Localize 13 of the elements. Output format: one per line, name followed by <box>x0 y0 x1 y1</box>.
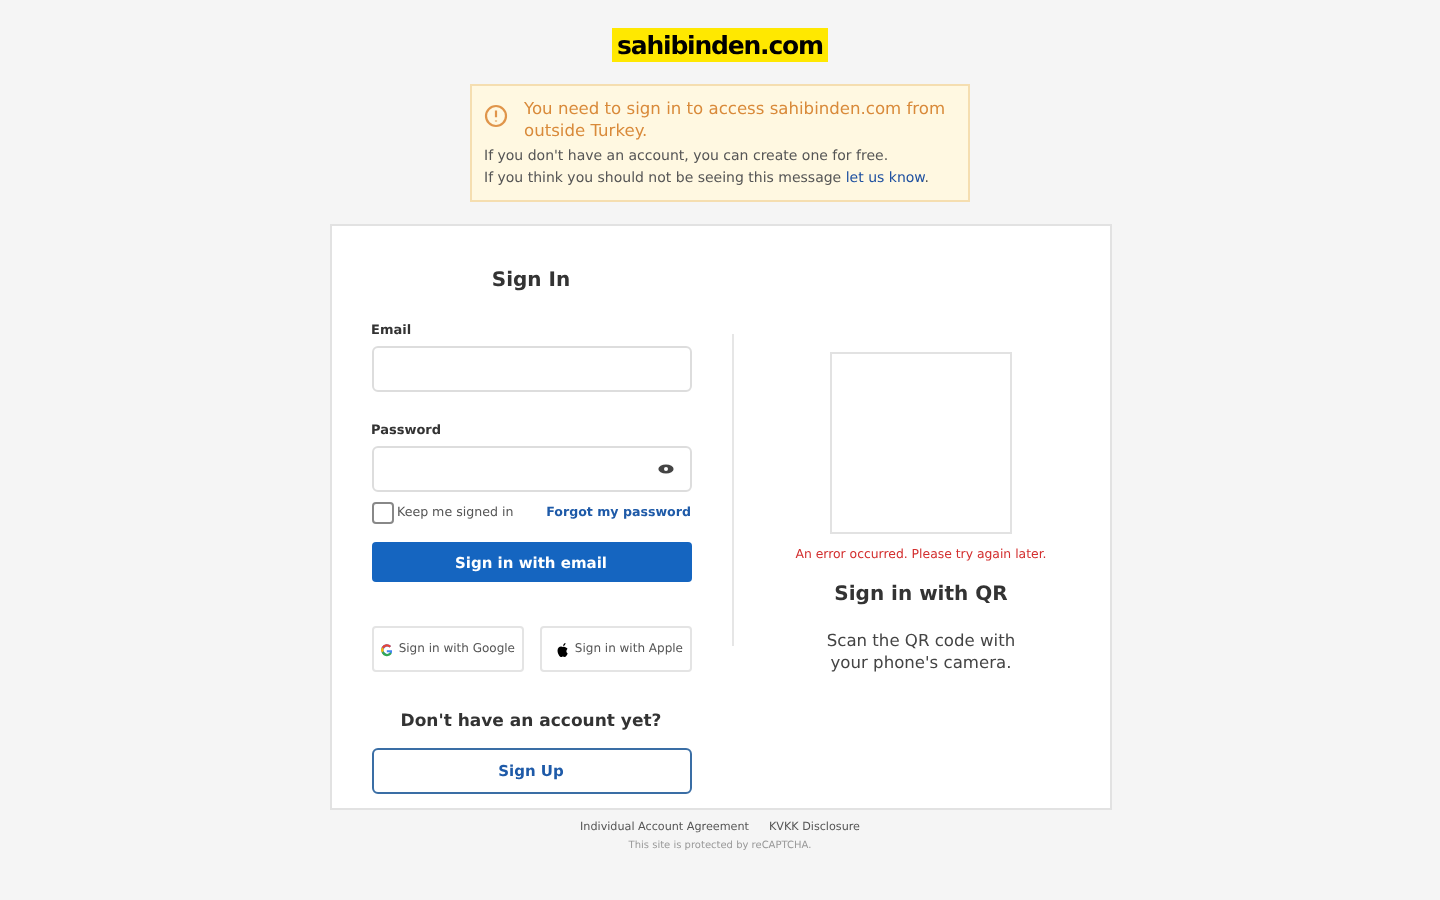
logo[interactable]: sahibinden.com <box>611 28 829 62</box>
sign-in-title: Sign In <box>489 270 573 292</box>
checkbox[interactable] <box>371 502 393 524</box>
g-logo-icon <box>379 639 393 659</box>
alert-title: You need to sign in to access sahibinden.com from outside Turkey. <box>524 98 948 142</box>
qr-instructions: Scan the QR code with your phone's camera. <box>824 630 1018 674</box>
apple-logo-icon <box>555 639 569 659</box>
email-field[interactable] <box>371 346 691 392</box>
password-field[interactable] <box>371 446 691 492</box>
eye-icon[interactable] <box>657 464 673 474</box>
warning-icon <box>484 104 508 128</box>
qr-title: Sign in with QR <box>834 584 1008 606</box>
no-account-text: Don't have an account yet? <box>398 712 664 732</box>
